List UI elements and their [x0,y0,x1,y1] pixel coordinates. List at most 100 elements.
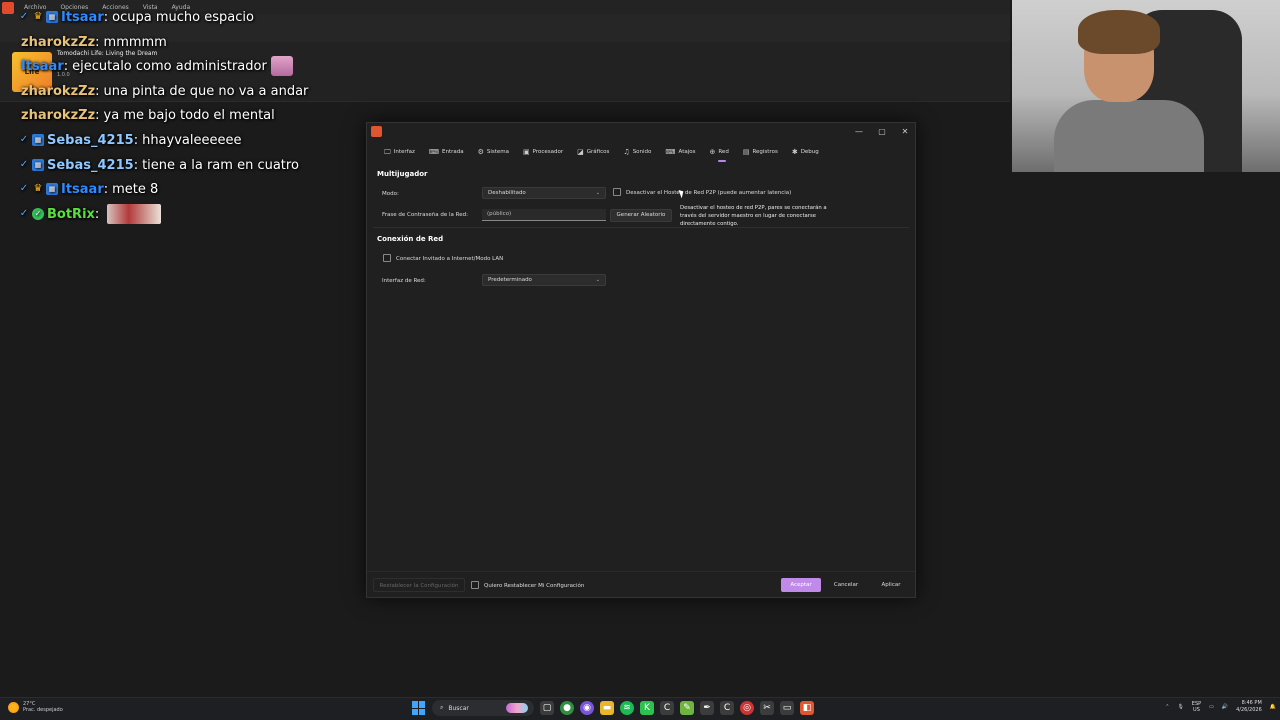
sword-badge-icon: ✓ [19,159,29,170]
tab-icon: 🖵 [384,147,391,156]
grid-badge-icon: ▦ [32,134,44,146]
chat-username[interactable]: zharokzZz [21,84,95,99]
chat-username[interactable]: Sebas_4215 [47,133,134,148]
chat-text: ejecutalo como administrador [72,58,267,74]
chat-emote [270,56,293,76]
tab-label: Registros [752,149,778,155]
tab-label: Red [718,149,729,155]
clock[interactable]: 8:46 PM 4/26/2026 [1236,700,1262,714]
pen-app-icon[interactable]: ✒ [700,701,714,715]
person-body [1054,100,1204,172]
passphrase-placeholder: (público) [487,211,512,217]
tab-sonido[interactable]: ♫ Sonido [616,145,658,159]
tab-icon: ⚙ [477,148,484,156]
passphrase-label: Frase de Contraseña de la Red: [382,212,468,218]
interface-select[interactable]: Predeterminado ⌄ [482,274,606,286]
settings-dialog: — ▢ ✕ 🖵 Interfaz ⌨ Entrada ⚙ Sistema ▣ Procesad… [366,122,916,598]
settings-tabs: 🖵 Interfaz ⌨ Entrada ⚙ Sistema ▣ Procesador ◪ Grá… [377,145,826,162]
taskbar-search[interactable]: ⌕ Buscar [432,700,534,716]
webcam-feed [1012,0,1280,172]
chat-message: zharokzZz: una pinta de que no va a andar [21,83,309,99]
obs-icon[interactable]: ◎ [740,701,754,715]
notepad-icon[interactable]: ✎ [680,701,694,715]
tab-label: Interfaz [393,149,415,155]
chat-username[interactable]: Itsaar [61,182,104,197]
task-view-icon[interactable]: ▢ [540,701,554,715]
disable-p2p-label: Desactivar el Hosteo de Red P2P (puede a… [626,190,792,196]
mode-select[interactable]: Deshabilitado ⌄ [482,187,606,199]
accept-button[interactable]: Aceptar [781,578,821,592]
tab-label: Sonido [632,149,652,155]
windows-start-icon[interactable] [412,701,426,715]
chat-username[interactable]: Sebas_4215 [47,158,134,173]
spotify-icon[interactable]: ≋ [620,701,634,715]
chat-message: ✓ ✓ BotRix: [18,203,162,225]
tab-red[interactable]: ⊕ Red [702,145,735,162]
weather-widget[interactable]: 27°C Prac. despejado [8,701,63,713]
chat-message: ✓ ▦ Sebas_4215: tiene a la ram en cuatro [19,157,299,173]
check-badge-icon: ✓ [32,208,44,220]
chat-username[interactable]: zharokzZz [21,108,95,123]
kick-icon[interactable]: K [640,701,654,715]
volume-icon[interactable]: 🔊 [1222,704,1228,710]
multiplayer-title: Multijugador [377,170,428,178]
disable-p2p-checkbox[interactable] [613,188,621,196]
tab-icon: ▣ [523,148,530,156]
minimize-button[interactable]: — [852,125,866,139]
guest-internet-label: Conectar Invitado a Internet/Modo LAN [396,256,504,262]
terminal-icon[interactable]: ▭ [780,701,794,715]
close-button[interactable]: ✕ [898,125,912,139]
tab-label: Debug [800,149,819,155]
tab-icon: ✱ [791,148,798,156]
person-hair [1078,10,1160,54]
emulator-taskbar-icon[interactable]: ◧ [800,701,814,715]
generate-random-button[interactable]: Generar Aleatorio [610,209,672,222]
microphone-icon[interactable]: 🎙 [1177,704,1183,710]
crown-badge-icon: ♛ [33,183,43,194]
file-explorer-icon[interactable]: ▬ [600,701,614,715]
chat-username[interactable]: Itsaar [21,59,64,74]
grid-badge-icon: ▦ [46,11,58,23]
passphrase-input[interactable]: (público) [482,209,606,221]
pinned-app-icon[interactable]: ✂ [760,701,774,715]
chrome-icon[interactable]: ● [560,701,574,715]
chat-message: ✓ ▦ Sebas_4215: hhayvaleeeeee [19,132,242,148]
dialog-titlebar[interactable]: — ▢ ✕ [367,123,915,141]
divider [373,227,909,228]
network-icon[interactable]: ▭ [1209,704,1214,710]
reset-settings-button[interactable]: Restablecer la Configuración [373,578,465,592]
app-c-icon[interactable]: C [660,701,674,715]
tab-label: Gráficos [586,149,610,155]
chat-username[interactable]: Itsaar [61,10,104,25]
chat-username[interactable]: zharokzZz [21,35,95,50]
tab-entrada[interactable]: ⌨ Entrada [422,145,471,159]
tab-label: Procesador [532,149,564,155]
notifications-icon[interactable]: 🔔 [1270,704,1276,710]
cancel-button[interactable]: Cancelar [827,578,865,592]
discord-icon[interactable]: ◉ [580,701,594,715]
chat-text: una pinta de que no va a andar [103,83,309,99]
tray-chevron-icon[interactable]: ⌃ [1165,704,1169,710]
grid-badge-icon: ▦ [46,183,58,195]
search-icon: ⌕ [440,704,444,711]
tab-icon: ◪ [577,148,584,156]
crown-badge-icon: ♛ [33,11,43,22]
app-c2-icon[interactable]: C [720,701,734,715]
apply-button[interactable]: Aplicar [871,578,911,592]
tab-debug[interactable]: ✱ Debug [785,145,826,159]
language-indicator[interactable]: ESP US [1192,701,1201,713]
chat-username[interactable]: BotRix [47,207,95,222]
tab-procesador[interactable]: ▣ Procesador [516,145,570,159]
tab-interfaz[interactable]: 🖵 Interfaz [377,145,422,159]
tab-sistema[interactable]: ⚙ Sistema [471,145,516,159]
mode-value: Deshabilitado [488,190,526,196]
chat-text: ya me bajo todo el mental [103,107,275,123]
tab-gráficos[interactable]: ◪ Gráficos [570,145,616,159]
confirm-reset-checkbox[interactable] [471,581,479,589]
tab-registros[interactable]: ▤ Registros [736,145,785,159]
weather-desc: Prac. despejado [23,707,63,713]
maximize-button[interactable]: ▢ [875,125,889,139]
guest-internet-checkbox[interactable] [383,254,391,262]
tab-atajos[interactable]: ⌨ Atajos [658,145,702,159]
sword-badge-icon: ✓ [19,208,29,219]
